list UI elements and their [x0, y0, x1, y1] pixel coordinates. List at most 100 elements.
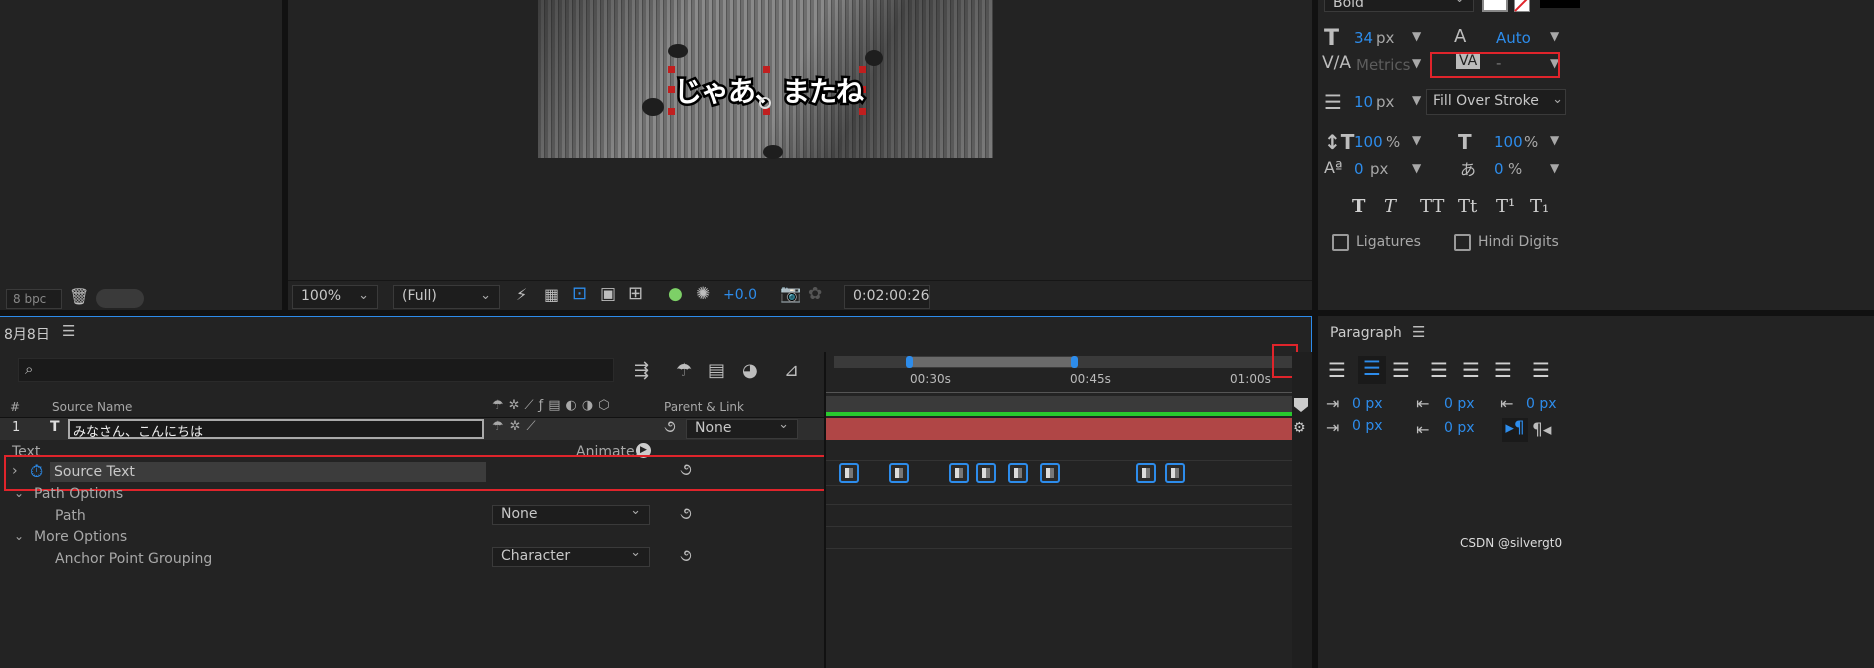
black-swatch[interactable] [1540, 0, 1580, 8]
path-options-label[interactable]: Path Options [34, 486, 123, 502]
region-of-interest-icon[interactable]: ▣ [600, 284, 616, 304]
composition-viewer[interactable]: じゃあ、またね [288, 0, 1312, 280]
baseline-shift-value[interactable]: 0 [1354, 160, 1364, 178]
pick-whip-icon[interactable]: ૭ [680, 504, 692, 524]
justify-last-left-icon[interactable]: ☰ [1430, 358, 1448, 382]
work-area-range[interactable] [910, 357, 1075, 367]
guides-icon[interactable]: ⊞ [628, 283, 643, 304]
path-dropdown[interactable]: None ⌄ [492, 503, 650, 525]
more-options-label[interactable]: More Options [34, 529, 127, 545]
vertical-scale-chevron-icon[interactable]: ▼ [1412, 133, 1421, 147]
tsume-chevron-icon[interactable]: ▼ [1550, 161, 1559, 175]
panel-menu-icon[interactable]: ☰ [1412, 323, 1425, 341]
pick-whip-icon[interactable]: ૭ [664, 417, 676, 437]
time-graph[interactable]: 00:30s 00:45s 01:00s [824, 344, 1298, 668]
stroke-mode-dropdown[interactable]: Fill Over Stroke ⌄ [1426, 89, 1566, 115]
work-area-start-handle[interactable] [906, 356, 913, 368]
justify-last-center-icon[interactable]: ☰ [1462, 358, 1480, 382]
motion-blur-icon[interactable]: ◕ [742, 360, 758, 381]
expand-chevron-icon[interactable]: ⌄ [14, 486, 24, 500]
keyframe[interactable] [1164, 463, 1185, 483]
project-scrollbar[interactable] [96, 289, 144, 308]
layer-row[interactable]: 1 T みなさん、こんにちは ☂✲⟋ ૭ None ⌄ [0, 417, 824, 440]
stroke-color-swatch[interactable] [1514, 0, 1530, 12]
space-before-value[interactable]: 0 px [1444, 396, 1475, 412]
channel-icon[interactable]: ● [668, 284, 683, 304]
keyframe[interactable] [839, 463, 860, 483]
indent-first-value[interactable]: 0 px [1352, 418, 1383, 434]
zoom-dropdown[interactable]: 100% ⌄ [292, 285, 378, 309]
keyframe[interactable] [888, 463, 909, 483]
space-after-value[interactable]: 0 px [1444, 420, 1475, 436]
font-size-value[interactable]: 34 [1354, 29, 1373, 47]
composition-mini-flowchart-icon[interactable]: ⇶ [634, 360, 649, 381]
expand-chevron-icon[interactable]: ⌄ [14, 529, 24, 543]
kerning-value[interactable]: Metrics [1356, 56, 1410, 74]
superscript-button[interactable]: T¹ [1496, 196, 1530, 220]
trash-icon[interactable]: 🗑 [69, 287, 89, 306]
layer-name-field[interactable]: みなさん、こんにちは [68, 419, 484, 440]
kerning-chevron-icon[interactable]: ▼ [1412, 56, 1421, 70]
indent-right-value[interactable]: 0 px [1526, 396, 1557, 412]
keyframe[interactable] [1040, 463, 1060, 483]
faux-bold-button[interactable]: T [1352, 196, 1384, 220]
hindi-digits-checkbox[interactable] [1454, 234, 1471, 251]
vertical-scale-value[interactable]: 100 [1354, 133, 1383, 151]
show-snapshot-icon[interactable]: ✿ [808, 284, 822, 304]
subscript-button[interactable]: T₁ [1530, 196, 1560, 220]
stroke-width-value[interactable]: 10 [1354, 93, 1373, 111]
exposure-value[interactable]: +0.0 [723, 287, 757, 303]
anchor-grouping-dropdown[interactable]: Character ⌄ [492, 545, 650, 567]
leading-chevron-icon[interactable]: ▼ [1550, 29, 1559, 43]
justify-all-icon[interactable]: ☰ [1532, 358, 1550, 382]
pick-whip-icon[interactable]: ૭ [680, 546, 692, 566]
comp-tab-title[interactable]: 8月8日 [4, 324, 50, 344]
indent-left-value[interactable]: 0 px [1352, 396, 1383, 412]
ltr-direction-icon[interactable]: ▸¶ [1502, 418, 1528, 442]
keyframe[interactable] [976, 463, 996, 483]
shy-layers-icon[interactable]: ☂ [676, 360, 692, 381]
faux-italic-button[interactable]: T [1384, 196, 1420, 220]
transparency-grid-icon[interactable]: ▦ [544, 285, 559, 304]
font-style-dropdown[interactable]: Bold ⌄ [1324, 0, 1474, 12]
small-caps-button[interactable]: Tt [1458, 196, 1496, 220]
anchor-point-icon[interactable] [759, 97, 771, 109]
frame-blending-icon[interactable]: ▤ [708, 360, 725, 381]
lock-icon[interactable]: ⚙ [1293, 420, 1306, 436]
graph-editor-icon[interactable]: ⊿ [784, 360, 799, 381]
rtl-direction-icon[interactable]: ¶◂ [1532, 420, 1551, 440]
timecode-display[interactable]: 0:02:00:26 [844, 285, 930, 309]
time-ruler[interactable]: 00:30s 00:45s 01:00s [826, 370, 1292, 394]
justify-last-right-icon[interactable]: ☰ [1494, 358, 1512, 382]
col-source-name[interactable]: Source Name [52, 400, 132, 414]
layer-switches[interactable]: ☂✲⟋ [492, 419, 542, 434]
resolution-dropdown[interactable]: (Full) ⌄ [393, 285, 500, 309]
all-caps-button[interactable]: TT [1420, 196, 1458, 220]
panel-menu-icon[interactable]: ☰ [62, 322, 75, 340]
snapshot-icon[interactable]: 📷 [780, 284, 801, 304]
horizontal-scale-value[interactable]: 100 [1494, 133, 1523, 151]
layer-duration-bar[interactable] [826, 418, 1292, 440]
fill-color-swatch[interactable] [1482, 0, 1508, 12]
tsume-value[interactable]: 0 [1494, 160, 1504, 178]
align-right-icon[interactable]: ☰ [1392, 358, 1410, 382]
align-left-icon[interactable]: ☰ [1328, 358, 1346, 382]
color-management-icon[interactable]: ✺ [696, 284, 710, 304]
align-center-icon[interactable]: ☰ [1358, 356, 1386, 384]
keyframe[interactable] [949, 463, 970, 483]
mask-path-icon[interactable]: ⊡ [572, 283, 587, 304]
work-area-end-handle[interactable] [1071, 356, 1078, 368]
current-time-indicator-icon[interactable] [1294, 398, 1308, 412]
font-size-chevron-icon[interactable]: ▼ [1412, 29, 1421, 43]
fast-preview-icon[interactable]: ⚡ [516, 285, 527, 304]
bpc-button[interactable]: 8 bpc [6, 289, 62, 309]
baseline-shift-chevron-icon[interactable]: ▼ [1412, 161, 1421, 175]
keyframe[interactable] [1136, 463, 1156, 483]
paragraph-title[interactable]: Paragraph [1330, 325, 1402, 341]
timeline-search-input[interactable]: ⌕ [18, 358, 614, 382]
stroke-width-chevron-icon[interactable]: ▼ [1412, 93, 1421, 107]
leading-value[interactable]: Auto [1496, 29, 1531, 47]
parent-dropdown[interactable]: None ⌄ [686, 417, 798, 439]
horizontal-scale-chevron-icon[interactable]: ▼ [1550, 133, 1559, 147]
keyframe[interactable] [1008, 463, 1028, 483]
